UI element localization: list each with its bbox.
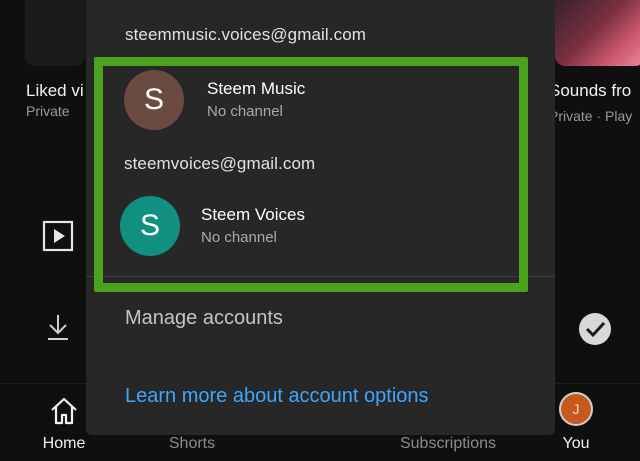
- home-icon: [47, 394, 81, 433]
- manage-accounts-link[interactable]: Manage accounts: [125, 307, 283, 330]
- highlight-box: [94, 57, 528, 292]
- play-icon[interactable]: [42, 220, 74, 257]
- nav-label-home: Home: [42, 435, 86, 452]
- check-circle-icon[interactable]: [578, 312, 612, 351]
- nav-label-you: You: [562, 435, 590, 452]
- download-icon[interactable]: [44, 312, 72, 349]
- learn-more-link[interactable]: Learn more about account options: [125, 385, 429, 408]
- playlist-thumbnail[interactable]: [555, 0, 640, 66]
- playlist-privacy-liked: Private: [26, 103, 70, 119]
- playlist-title-sounds[interactable]: Sounds fro: [549, 81, 631, 101]
- playlist-privacy-sounds: Private · Play: [549, 108, 633, 124]
- avatar: J: [559, 392, 593, 426]
- liked-videos-thumbnail[interactable]: [25, 0, 85, 66]
- avatar-initial: J: [559, 392, 593, 426]
- nav-label-shorts: Shorts: [168, 435, 216, 452]
- playlist-title-liked[interactable]: Liked vi: [26, 81, 84, 101]
- nav-label-subscriptions: Subscriptions: [399, 435, 497, 452]
- account-email-1: steemmusic.voices@gmail.com: [125, 25, 367, 44]
